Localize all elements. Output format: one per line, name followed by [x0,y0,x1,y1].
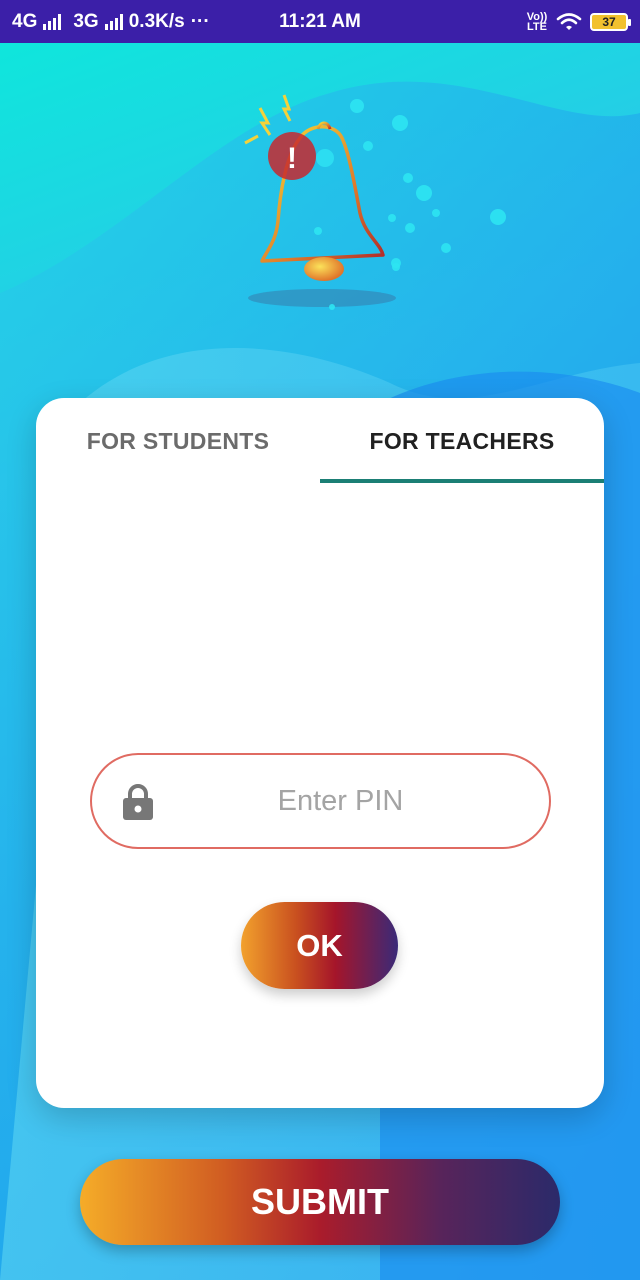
volte-icon: Vo)) LTE [526,10,548,33]
wifi-icon [556,12,582,30]
signal-icon [104,13,123,30]
bell-alert-icon: ! [244,94,506,310]
ok-button[interactable]: OK [241,902,398,989]
active-tab-indicator [320,479,604,483]
more-notifications-icon: ··· [190,10,210,32]
pin-input[interactable] [92,755,549,847]
login-card: FOR STUDENTS FOR TEACHERS OK [36,398,604,1108]
tab-for-teachers[interactable]: FOR TEACHERS [320,398,604,484]
network-4g-label: 4G [12,10,38,32]
lock-icon [123,784,153,820]
status-bar: 4G 3G 0.3K/s ··· 11:21 AM Vo)) LTE 37 [0,0,640,43]
status-right: Vo)) LTE 37 [526,10,631,33]
signal-icon [43,13,62,30]
tab-bar: FOR STUDENTS FOR TEACHERS [36,398,604,484]
submit-button[interactable]: SUBMIT [80,1159,560,1245]
network-3g-label: 3G [73,10,99,32]
battery-level: 37 [602,14,616,29]
pin-field[interactable] [90,753,551,849]
status-left: 4G 3G 0.3K/s ··· [12,11,262,33]
svg-text:!: ! [287,142,297,175]
tab-for-students[interactable]: FOR STUDENTS [36,398,320,484]
battery-icon: 37 [590,12,631,31]
network-speed: 0.3K/s [128,10,185,32]
